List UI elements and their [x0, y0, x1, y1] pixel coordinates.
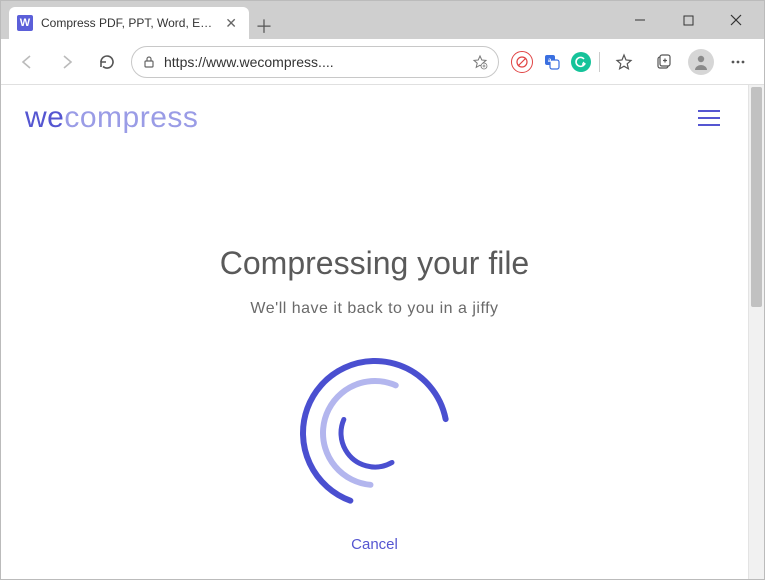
- grammarly-icon: [575, 56, 587, 68]
- loading-spinner-icon: [290, 348, 460, 518]
- tabs-area: W Compress PDF, PPT, Word, Excel ✕ ＋: [1, 1, 279, 39]
- wecompress-logo[interactable]: wecompress: [25, 101, 198, 135]
- collections-icon: [655, 53, 673, 71]
- reload-button[interactable]: [91, 46, 123, 78]
- tab-close-icon[interactable]: ✕: [223, 15, 239, 32]
- lock-icon: [142, 55, 156, 69]
- toolbar-right: a: [507, 46, 754, 78]
- main-content: Compressing your file We'll have it back…: [1, 145, 748, 554]
- url-text: https://www.wecompress....: [164, 54, 464, 70]
- close-window-button[interactable]: [714, 5, 758, 35]
- menu-button[interactable]: [722, 46, 754, 78]
- page-header: wecompress: [1, 85, 748, 145]
- minimize-icon: [634, 14, 646, 26]
- browser-tab[interactable]: W Compress PDF, PPT, Word, Excel ✕: [9, 7, 249, 39]
- favorites-button[interactable]: [608, 46, 640, 78]
- browser-window: W Compress PDF, PPT, Word, Excel ✕ ＋: [0, 0, 765, 580]
- minimize-button[interactable]: [618, 5, 662, 35]
- logo-we: we: [25, 101, 64, 134]
- spinner-container: [1, 348, 748, 518]
- toolbar-divider: [599, 52, 600, 72]
- extension-3-icon[interactable]: [571, 52, 591, 72]
- browser-toolbar: https://www.wecompress.... a: [1, 39, 764, 85]
- profile-avatar[interactable]: [688, 49, 714, 75]
- new-tab-button[interactable]: ＋: [249, 13, 279, 39]
- translator-icon: a: [543, 53, 561, 71]
- page-subheading: We'll have it back to you in a jiffy: [1, 300, 748, 318]
- favicon-icon: W: [17, 15, 33, 31]
- tab-title: Compress PDF, PPT, Word, Excel: [41, 16, 215, 30]
- avatar-icon: [692, 53, 710, 71]
- more-horizontal-icon: [729, 53, 747, 71]
- content-wrapper: wecompress Compressing your file We'll h…: [1, 85, 764, 579]
- forward-button[interactable]: [51, 46, 83, 78]
- arrow-left-icon: [18, 53, 36, 71]
- reload-icon: [98, 53, 116, 71]
- globe-slash-icon: [516, 56, 528, 68]
- collections-button[interactable]: [648, 46, 680, 78]
- close-icon: [730, 14, 742, 26]
- logo-compress: compress: [64, 101, 198, 134]
- hamburger-line-icon: [698, 110, 720, 112]
- extension-1-icon[interactable]: [511, 51, 533, 73]
- vertical-scrollbar[interactable]: [748, 85, 764, 579]
- hamburger-line-icon: [698, 124, 720, 126]
- page-heading: Compressing your file: [1, 245, 748, 282]
- arrow-right-icon: [58, 53, 76, 71]
- extension-2-icon[interactable]: a: [541, 51, 563, 73]
- hamburger-menu-button[interactable]: [694, 106, 724, 130]
- address-bar[interactable]: https://www.wecompress....: [131, 46, 499, 78]
- window-controls: [618, 1, 764, 39]
- star-plus-icon: [615, 53, 633, 71]
- scrollbar-thumb[interactable]: [751, 87, 762, 307]
- maximize-button[interactable]: [666, 5, 710, 35]
- back-button[interactable]: [11, 46, 43, 78]
- titlebar: W Compress PDF, PPT, Word, Excel ✕ ＋: [1, 1, 764, 39]
- page-content: wecompress Compressing your file We'll h…: [1, 85, 748, 579]
- hamburger-line-icon: [698, 117, 720, 119]
- cancel-link[interactable]: Cancel: [351, 536, 398, 553]
- favorites-star-icon[interactable]: [472, 54, 488, 70]
- maximize-icon: [683, 15, 694, 26]
